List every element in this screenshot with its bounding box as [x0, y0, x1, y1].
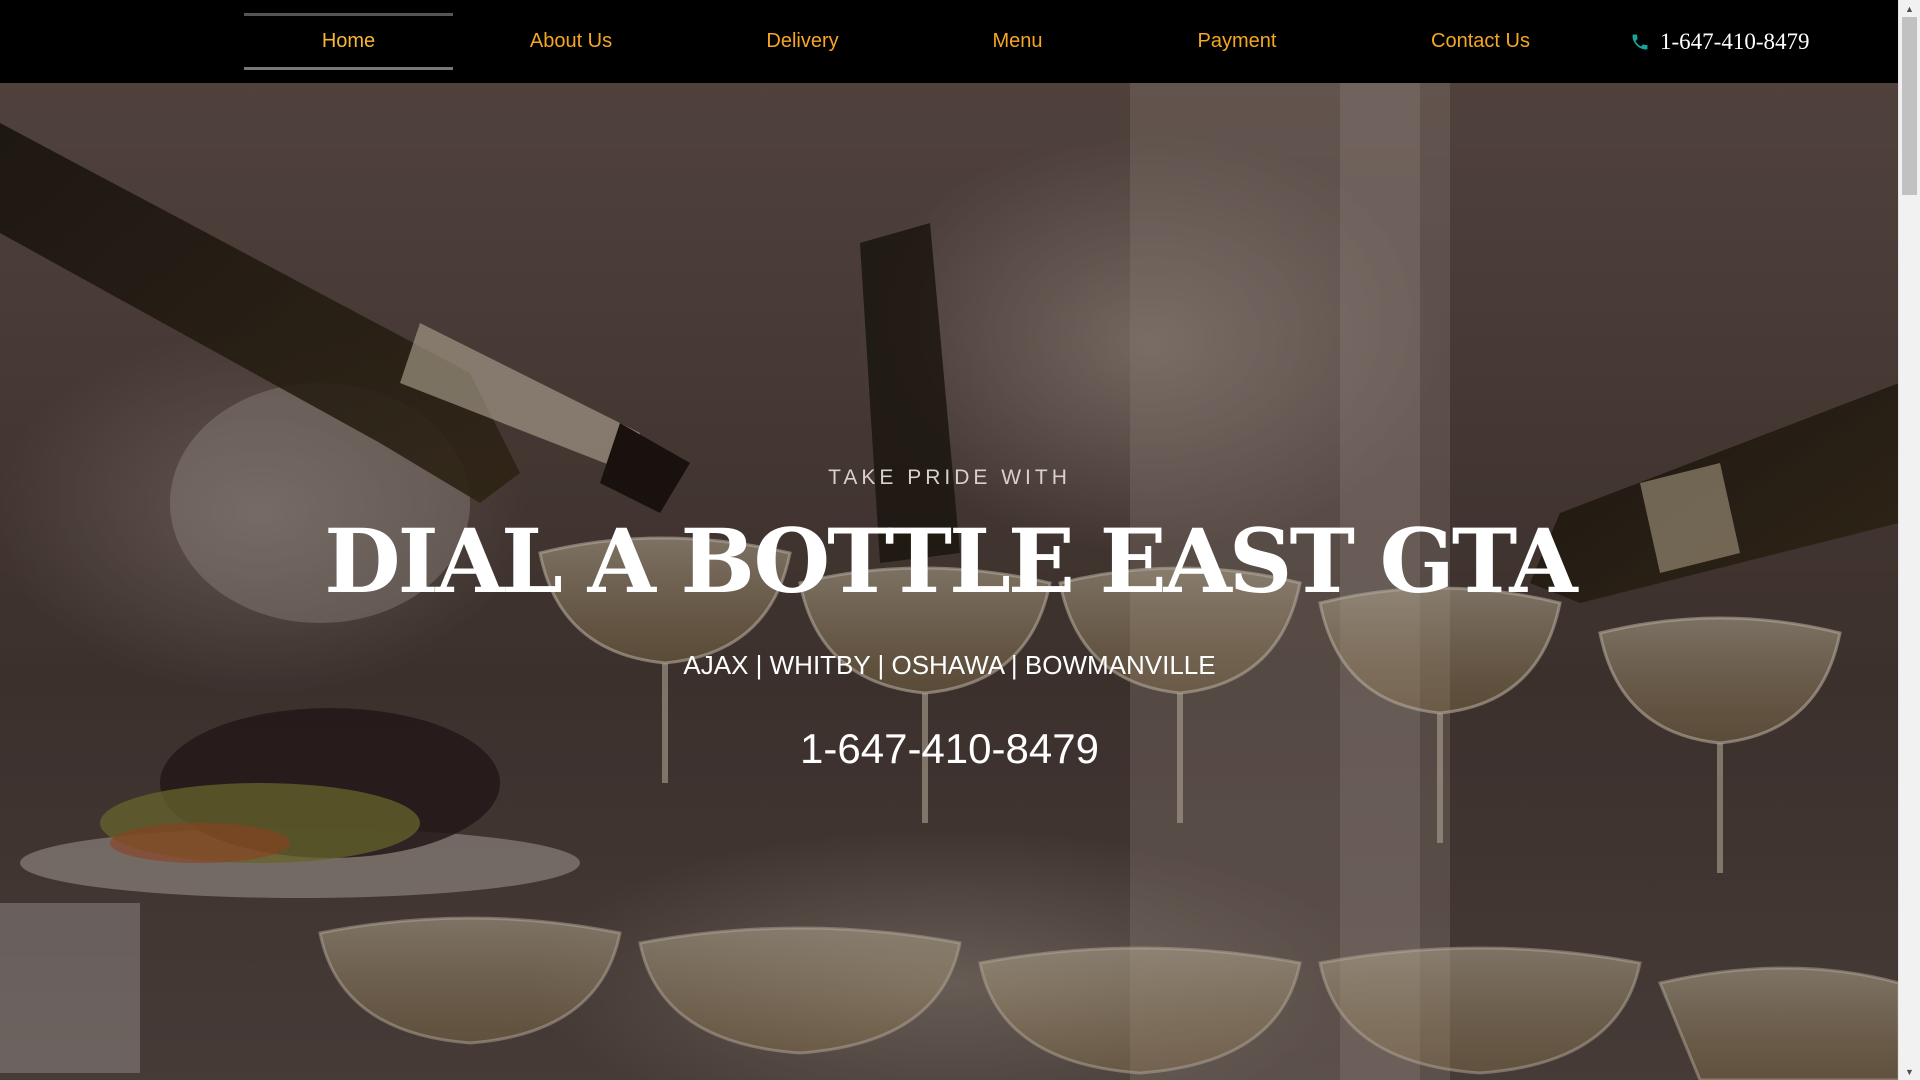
nav-item-contact-us[interactable]: Contact Us [1380, 0, 1581, 83]
nav-item-about-us[interactable]: About Us [470, 0, 672, 83]
hero-eyebrow: TAKE PRIDE WITH [828, 466, 1071, 489]
page: Home About Us Delivery Menu Payment Cont… [0, 0, 1920, 1080]
nav-item-menu[interactable]: Menu [920, 0, 1115, 83]
hero-phone-link[interactable]: 1-647-410-8479 [800, 725, 1099, 772]
hero-title: DIAL A BOTTLE EAST GTA [324, 509, 1577, 613]
scroll-down-arrow-icon[interactable]: ▼ [1899, 1063, 1920, 1080]
hero-content: TAKE PRIDE WITH DIAL A BOTTLE EAST GTA A… [0, 83, 1899, 1080]
scroll-up-arrow-icon[interactable]: ▲ [1899, 0, 1920, 17]
page-scrollbar[interactable]: ▲ ▼ [1898, 0, 1920, 1080]
nav-phone-number[interactable]: 1-647-410-8479 [1660, 29, 1809, 55]
hero-service-areas: AJAX | WHITBY | OSHAWA | BOWMANVILLE [683, 650, 1216, 680]
nav-item-home[interactable]: Home [244, 13, 453, 70]
scrollbar-thumb[interactable] [1902, 17, 1917, 195]
hero-phone-wrapper: 1-647-410-8479 [0, 725, 1899, 773]
phone-icon [1632, 34, 1648, 49]
top-navigation: Home About Us Delivery Menu Payment Cont… [0, 0, 1899, 83]
nav-phone-link[interactable]: 1-647-410-8479 [1630, 0, 1809, 83]
nav-item-payment[interactable]: Payment [1140, 0, 1334, 83]
hero-section: TAKE PRIDE WITH DIAL A BOTTLE EAST GTA A… [0, 83, 1899, 1080]
nav-item-delivery[interactable]: Delivery [700, 0, 905, 83]
